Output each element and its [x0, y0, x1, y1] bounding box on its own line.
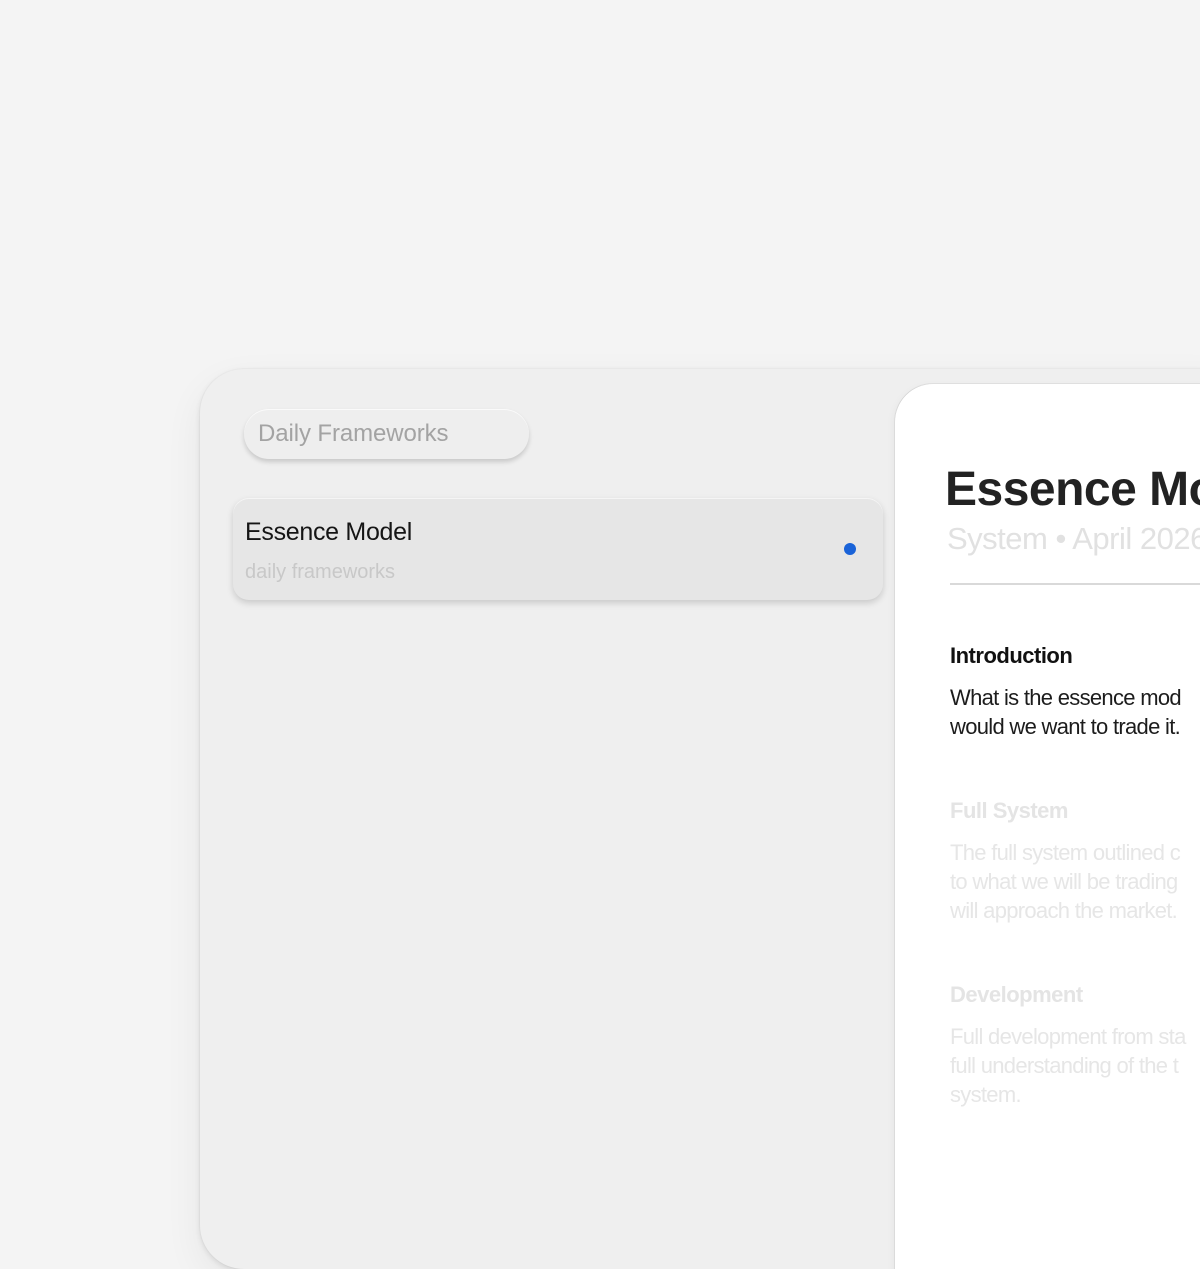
section-body: Full development from sta full understan… — [950, 1024, 1186, 1107]
section-body: The full system outlined c to what we wi… — [950, 840, 1181, 923]
section-introduction: Introduction What is the essence mod wou… — [950, 643, 1200, 741]
divider — [950, 583, 1200, 585]
section-full-system: Full System The full system outlined c t… — [950, 798, 1200, 925]
document-title: Essence Mo — [945, 463, 1200, 516]
section-heading: Full System — [950, 798, 1068, 823]
document-panel[interactable]: Essence Mo System • April 2026 Introduct… — [895, 384, 1200, 1269]
folder-selector-label: Daily Frameworks — [258, 420, 449, 447]
section-heading: Development — [950, 982, 1083, 1007]
folder-selector-pill[interactable]: Daily Frameworks — [244, 409, 529, 459]
document-meta: System • April 2026 — [947, 521, 1200, 556]
unread-dot-icon — [844, 543, 856, 555]
section-body: What is the essence mod would we want to… — [950, 685, 1182, 739]
app-window: Daily Frameworks Essence Model daily fra… — [200, 369, 1200, 1269]
note-subtitle: daily frameworks — [245, 561, 396, 583]
note-list-item[interactable]: Essence Model daily frameworks — [233, 498, 883, 600]
section-heading: Introduction — [950, 643, 1073, 668]
note-title: Essence Model — [245, 518, 413, 546]
section-development: Development Full development from sta fu… — [950, 982, 1200, 1109]
